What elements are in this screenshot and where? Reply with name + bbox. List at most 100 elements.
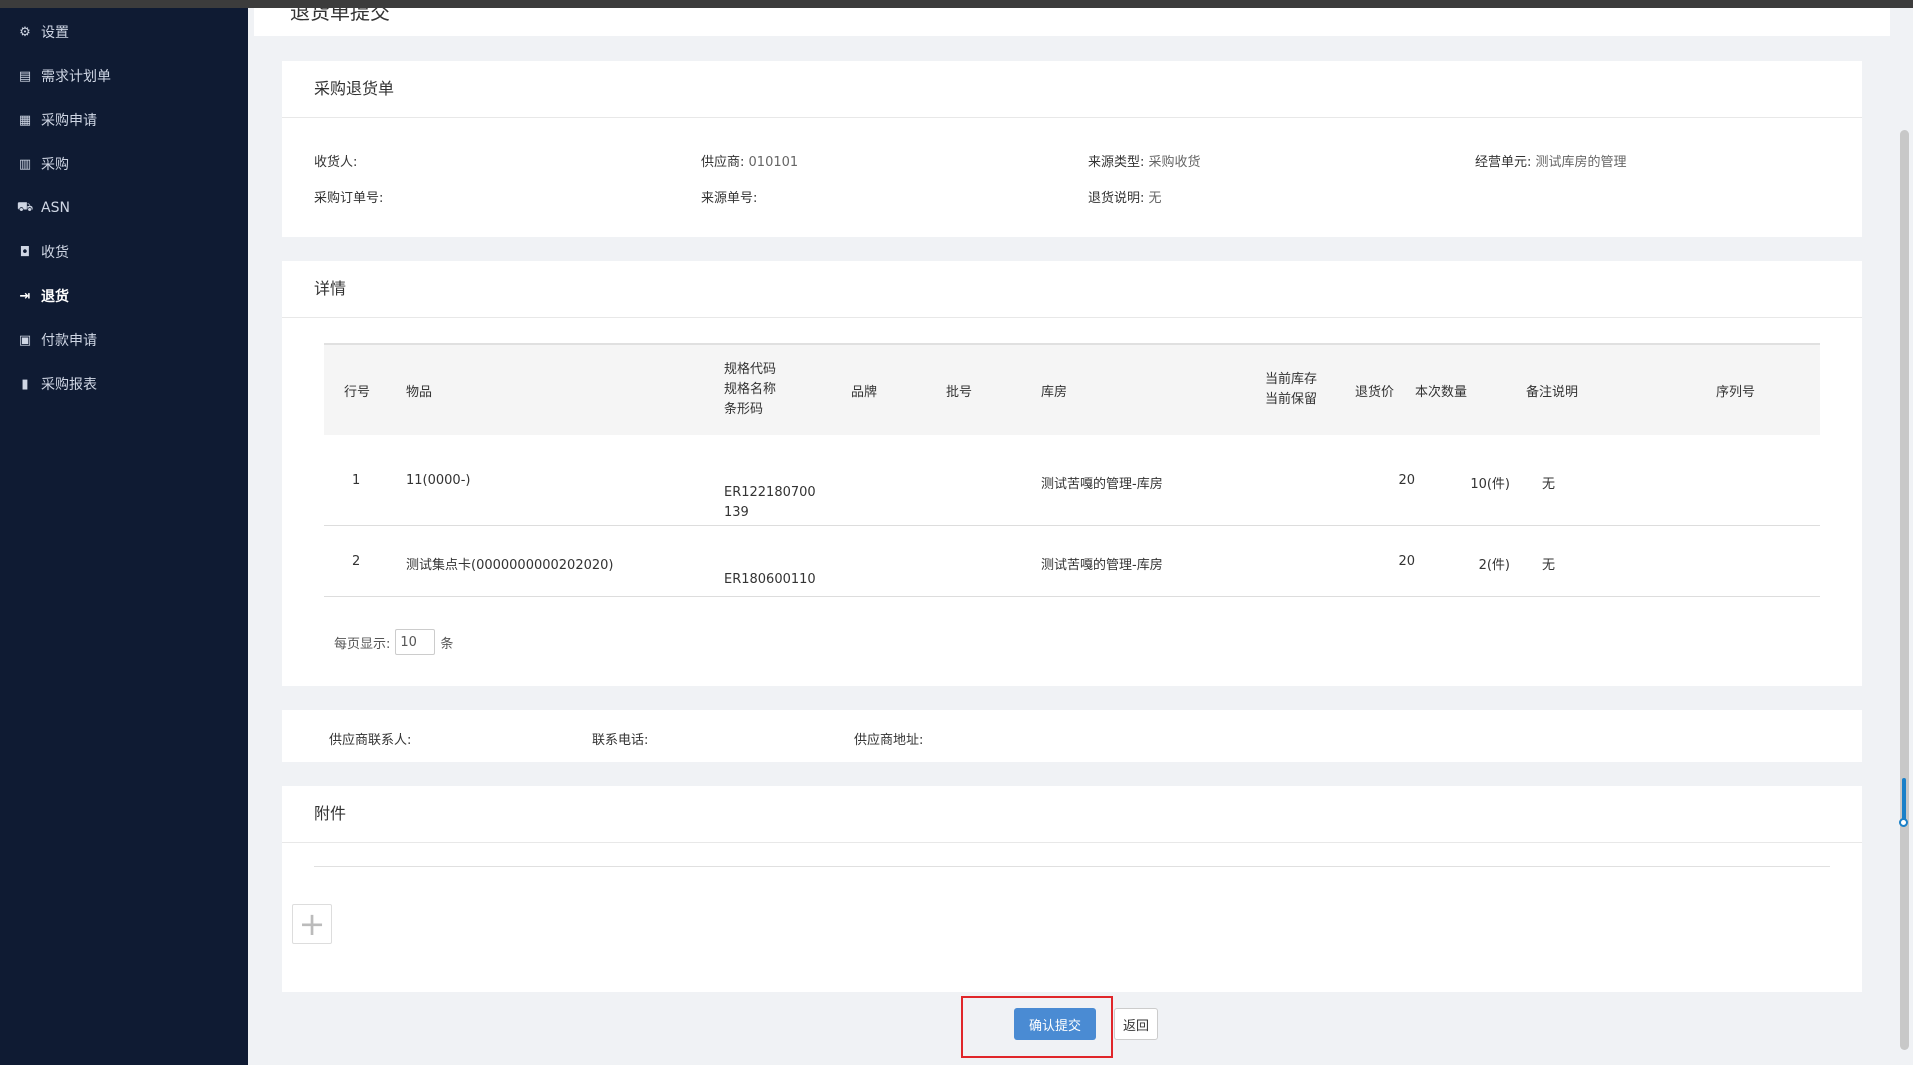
- col-spec-name: 规格名称: [724, 382, 777, 397]
- page-title: 退货单提交: [290, 8, 390, 24]
- sidebar-item-purchase[interactable]: ▥ 采购: [0, 142, 248, 186]
- business-unit-value: 测试库房的管理: [1535, 155, 1627, 170]
- truck-icon: ⛟: [16, 199, 34, 215]
- cell-remark: 无: [1510, 435, 1716, 526]
- business-unit-field: 经营单元: 测试库房的管理: [1475, 151, 1627, 170]
- sidebar-item-purchase-report[interactable]: ▮ 采购报表: [0, 362, 248, 406]
- page-size-control: 每页显示: 条: [334, 629, 453, 655]
- sidebar-item-receiving[interactable]: ◘ 收货: [0, 230, 248, 274]
- scrollbar-thumb[interactable]: [1900, 130, 1909, 1050]
- back-button[interactable]: 返回: [1114, 1008, 1158, 1040]
- sidebar-item-purchase-request[interactable]: ▦ 采购申请: [0, 98, 248, 142]
- receiver-label: 收货人:: [314, 155, 358, 170]
- source-type-value: 采购收货: [1148, 155, 1201, 170]
- cell-item: 测试集点卡(0000000000202020): [406, 525, 724, 597]
- page-size-unit: 条: [440, 636, 454, 652]
- col-qty: 本次数量: [1415, 384, 1468, 400]
- details-card-title: 详情: [282, 261, 1862, 318]
- sidebar-item-payment-request[interactable]: ▣ 付款申请: [0, 318, 248, 362]
- cell-line: 1: [324, 435, 406, 526]
- sidebar-item-label: 退货: [41, 289, 69, 305]
- cell-serial: [1716, 525, 1820, 597]
- clipboard-icon: ▦: [18, 112, 32, 128]
- sign-out-icon: ⇥: [19, 288, 31, 304]
- col-stock: 当前库存 当前保留: [1265, 344, 1355, 435]
- page-title-bar: 退货单提交: [254, 8, 1890, 36]
- sidebar-item-label: 采购报表: [41, 377, 97, 393]
- supplier-address-field: 供应商地址:: [854, 733, 924, 748]
- supplier-contact-card: 供应商联系人: 联系电话: 供应商地址:: [282, 710, 1862, 762]
- col-barcode: 条形码: [724, 402, 764, 417]
- cell-item: 11(0000-): [406, 435, 724, 526]
- cell-warehouse: 测试苦嘎的管理-库房: [1041, 435, 1265, 526]
- supplier-value: 010101: [748, 155, 799, 170]
- col-brand: 品牌: [851, 384, 878, 400]
- sidebar: ⚙ 设置 ▤ 需求计划单 ▦ 采购申请 ▥ 采购 ⛟ ASN ◘ 收货 ⇥ 退货…: [0, 8, 248, 1065]
- cell-barcode: ER122180700139: [724, 435, 851, 526]
- attachments-title: 附件: [282, 786, 1862, 843]
- sidebar-item-asn[interactable]: ⛟ ASN: [0, 186, 248, 230]
- details-card: 详情 行号 物品 规格代码 规格名称 条形码 品牌 批号 库房 当前库存 当前保…: [282, 261, 1862, 686]
- receipt-icon: ▥: [18, 156, 32, 172]
- col-price: 退货价: [1355, 384, 1395, 400]
- col-serial: 序列号: [1716, 384, 1756, 400]
- col-spec-code: 规格代码: [724, 362, 777, 377]
- cell-batch: [946, 525, 1041, 597]
- gear-icon: ⚙: [19, 24, 31, 40]
- order-info-card: 采购退货单 收货人: 供应商: 010101 来源类型: 采购收货 经营单元: …: [282, 61, 1862, 237]
- sidebar-item-label: 采购: [41, 157, 69, 173]
- cell-batch: [946, 435, 1041, 526]
- supplier-label: 供应商:: [701, 155, 745, 170]
- source-number-label: 来源单号:: [701, 191, 758, 206]
- page-size-label: 每页显示:: [334, 636, 391, 652]
- sidebar-item-settings[interactable]: ⚙ 设置: [0, 10, 248, 54]
- attachments-card: 附件 +: [282, 786, 1862, 992]
- barcode-text: ER122180700139: [724, 485, 816, 520]
- cell-brand: [851, 435, 946, 526]
- plus-icon: +: [298, 905, 326, 943]
- sidebar-item-label: ASN: [41, 200, 70, 216]
- cell-remark: 无: [1510, 525, 1716, 597]
- sidebar-item-label: 设置: [41, 25, 69, 41]
- source-number-field: 来源单号:: [701, 187, 757, 206]
- cell-qty: 10(件): [1415, 435, 1510, 526]
- cell-warehouse: 测试苦嘎的管理-库房: [1041, 525, 1265, 597]
- col-line: 行号: [344, 384, 371, 400]
- cell-serial: [1716, 435, 1820, 526]
- source-type-label: 来源类型:: [1088, 155, 1145, 170]
- receiver-field: 收货人:: [314, 151, 357, 170]
- col-remark: 备注说明: [1526, 384, 1579, 400]
- order-card-title: 采购退货单: [282, 61, 1862, 118]
- sidebar-item-demand-plan[interactable]: ▤ 需求计划单: [0, 54, 248, 98]
- cell-price: 20: [1355, 525, 1415, 597]
- table-header-row: 行号 物品 规格代码 规格名称 条形码 品牌 批号 库房 当前库存 当前保留 退…: [324, 344, 1820, 435]
- sidebar-item-returns[interactable]: ⇥ 退货: [0, 274, 248, 318]
- cell-price: 20: [1355, 435, 1415, 526]
- cell-line: 2: [324, 525, 406, 597]
- col-item: 物品: [406, 384, 433, 400]
- sidebar-item-label: 收货: [41, 245, 69, 261]
- scroll-marker-dot: [1899, 818, 1908, 827]
- po-number-label: 采购订单号:: [314, 191, 384, 206]
- sidebar-item-label: 需求计划单: [41, 69, 111, 85]
- return-note-value: 无: [1148, 191, 1162, 206]
- inbox-icon: ◘: [19, 244, 31, 260]
- document-edit-icon: ▤: [18, 68, 32, 84]
- details-table: 行号 物品 规格代码 规格名称 条形码 品牌 批号 库房 当前库存 当前保留 退…: [324, 343, 1820, 597]
- sidebar-item-label: 付款申请: [41, 333, 97, 349]
- business-unit-label: 经营单元:: [1475, 155, 1532, 170]
- attachments-divider: [314, 866, 1830, 867]
- bar-chart-icon: ▮: [21, 376, 29, 392]
- po-number-field: 采购订单号:: [314, 187, 383, 206]
- col-stock-current: 当前库存: [1265, 372, 1318, 387]
- payment-doc-icon: ▣: [18, 332, 32, 348]
- page-size-input[interactable]: [395, 629, 436, 655]
- return-note-field: 退货说明: 无: [1088, 187, 1162, 206]
- table-row: 1 11(0000-) ER122180700139 测试苦嘎的管理-库房 20…: [324, 435, 1820, 526]
- add-attachment-button[interactable]: +: [292, 904, 332, 944]
- phone-field: 联系电话:: [592, 733, 649, 748]
- col-batch: 批号: [946, 384, 973, 400]
- table-row: 2 测试集点卡(0000000000202020) ER180600110 测试…: [324, 525, 1820, 597]
- cell-stock: [1265, 525, 1355, 597]
- main-content: 退货单提交 采购退货单 收货人: 供应商: 010101 来源类型: 采购收货 …: [254, 8, 1890, 1065]
